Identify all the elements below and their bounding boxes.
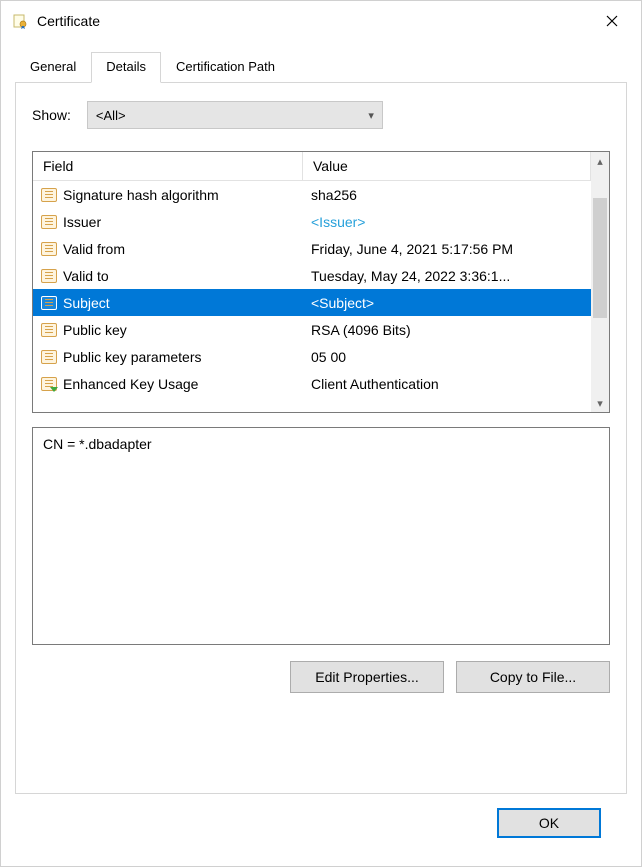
window-title: Certificate [35,13,589,29]
field-name: Public key [63,322,127,338]
listview-header: Field Value [33,152,591,181]
table-row[interactable]: Valid from Friday, June 4, 2021 5:17:56 P… [33,235,591,262]
certificate-icon [13,13,29,29]
scroll-track[interactable] [591,170,609,394]
close-button[interactable] [589,5,635,37]
extension-icon [41,377,57,391]
copy-to-file-button[interactable]: Copy to File... [456,661,610,693]
table-row[interactable]: Public key RSA (4096 Bits) [33,316,591,343]
show-dropdown[interactable]: <All> ▾ [87,101,383,129]
field-value: 05 00 [303,349,591,365]
tab-general[interactable]: General [15,52,91,83]
field-icon [41,242,57,256]
field-icon [41,188,57,202]
table-row[interactable]: Issuer <Issuer> [33,208,591,235]
field-name: Signature hash algorithm [63,187,219,203]
fields-listview[interactable]: Field Value Signature hash algorithm sha2… [32,151,610,413]
field-icon [41,269,57,283]
details-panel: Show: <All> ▾ Field Value Signature hash… [15,83,627,794]
header-value[interactable]: Value [303,152,591,180]
tab-details[interactable]: Details [91,52,161,83]
panel-buttons: Edit Properties... Copy to File... [32,661,610,693]
show-row: Show: <All> ▾ [32,101,610,129]
show-value: <All> [96,108,126,123]
field-name: Issuer [63,214,101,230]
field-value: Client Authentication [303,376,591,392]
table-row[interactable]: Valid to Tuesday, May 24, 2022 3:36:1... [33,262,591,289]
field-icon [41,215,57,229]
field-value: Tuesday, May 24, 2022 3:36:1... [303,268,591,284]
field-icon [41,323,57,337]
scroll-down-icon[interactable]: ▾ [591,394,609,412]
field-name: Subject [63,295,110,311]
table-row[interactable]: Public key parameters 05 00 [33,343,591,370]
field-name: Public key parameters [63,349,202,365]
table-row[interactable]: Enhanced Key Usage Client Authentication [33,370,591,397]
tabs: General Details Certification Path [15,51,627,83]
field-name: Valid to [63,268,109,284]
field-value: <Issuer> [303,214,591,230]
titlebar: Certificate [1,1,641,41]
tab-certification-path[interactable]: Certification Path [161,52,290,83]
content: General Details Certification Path Show:… [1,41,641,866]
scrollbar-vertical[interactable]: ▴ ▾ [591,152,609,412]
field-value: <Subject> [303,295,591,311]
show-label: Show: [32,107,71,123]
field-icon [41,350,57,364]
edit-properties-button[interactable]: Edit Properties... [290,661,444,693]
field-icon [41,296,57,310]
field-name: Valid from [63,241,125,257]
chevron-down-icon: ▾ [368,109,374,122]
listview-rows: Signature hash algorithm sha256 Issuer <Iss… [33,181,591,412]
scroll-up-icon[interactable]: ▴ [591,152,609,170]
table-row[interactable]: Subject <Subject> [33,289,591,316]
field-name: Enhanced Key Usage [63,376,198,392]
certificate-dialog: Certificate General Details Certificatio… [0,0,642,867]
detail-textbox[interactable]: CN = *.dbadapter [32,427,610,645]
ok-button[interactable]: OK [497,808,601,838]
field-value: Friday, June 4, 2021 5:17:56 PM [303,241,591,257]
header-field[interactable]: Field [33,152,303,180]
scroll-thumb[interactable] [593,198,607,318]
dialog-footer: OK [15,794,627,852]
table-row[interactable]: Signature hash algorithm sha256 [33,181,591,208]
field-value: sha256 [303,187,591,203]
field-value: RSA (4096 Bits) [303,322,591,338]
